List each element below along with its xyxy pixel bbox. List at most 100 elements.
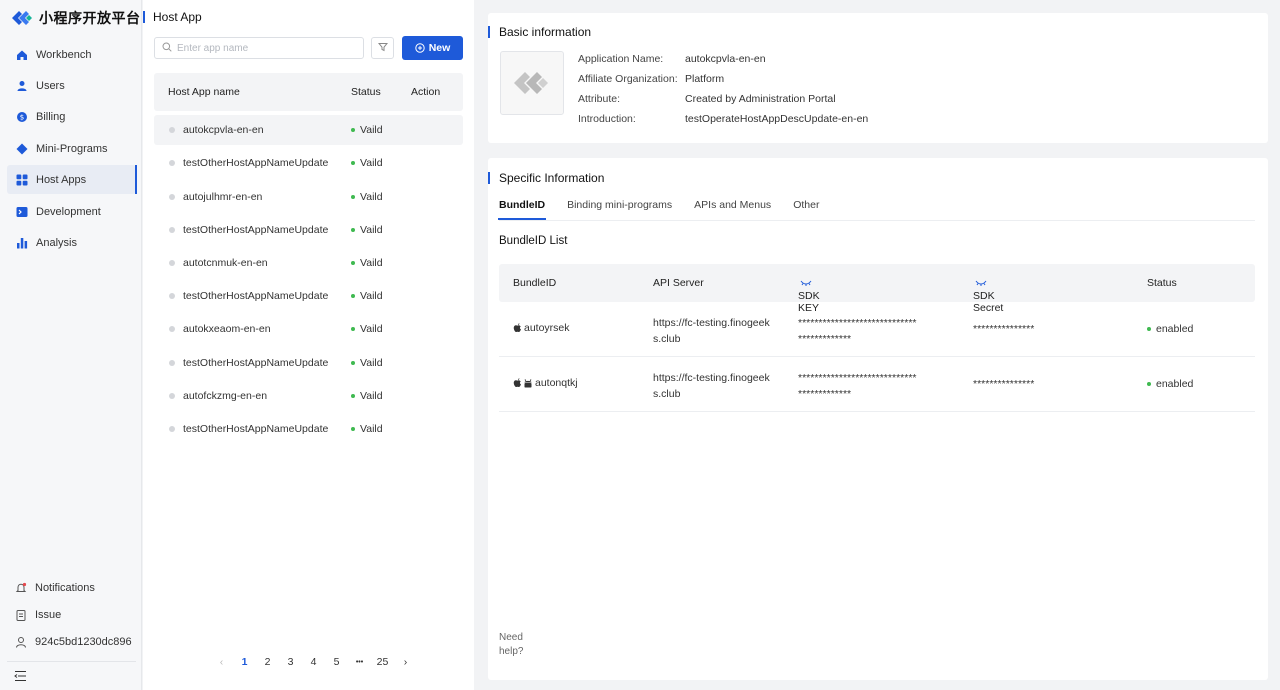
row-name: testOtherHostAppNameUpdate xyxy=(169,290,328,302)
row-status: Vaild xyxy=(351,157,383,169)
tab-other[interactable]: Other xyxy=(793,199,819,219)
app-icon xyxy=(169,160,175,166)
app-icon xyxy=(169,326,175,332)
field-label: Affiliate Organization: xyxy=(578,73,678,85)
app-name: autojulhmr-en-en xyxy=(183,191,263,203)
sidebar-item-label: Users xyxy=(36,79,65,92)
app-name: autokcpvla-en-en xyxy=(183,124,264,136)
app-icon xyxy=(169,127,175,133)
sidebar-item-label: Mini-Programs xyxy=(36,142,108,155)
app-name: testOtherHostAppNameUpdate xyxy=(183,423,329,435)
sidebar-item-users[interactable]: Users xyxy=(7,71,136,100)
host-app-table-header: Host App name Status Action xyxy=(154,73,463,111)
sidebar-item-mini-programs[interactable]: Mini-Programs xyxy=(7,134,136,163)
status-text: Vaild xyxy=(360,124,383,136)
sidebar-item-label: Workbench xyxy=(36,48,92,61)
new-host-app-button[interactable]: New xyxy=(402,36,463,60)
app-icon xyxy=(169,360,175,366)
search-icon xyxy=(162,42,172,55)
sidebar-item-host-apps[interactable]: Host Apps xyxy=(7,165,137,194)
sdk-key-masked: ***************************** xyxy=(798,372,917,384)
tab-apis-and-menus[interactable]: APIs and Menus xyxy=(694,199,771,219)
app-name: testOtherHostAppNameUpdate xyxy=(183,290,329,302)
table-row[interactable]: testOtherHostAppNameUpdate Vaild xyxy=(154,414,463,444)
table-row[interactable]: autokcpvla-en-en Vaild xyxy=(154,115,463,145)
tab-bundleid[interactable]: BundleID xyxy=(497,199,547,220)
table-row[interactable]: testOtherHostAppNameUpdate Vaild xyxy=(154,281,463,311)
sidebar-divider xyxy=(7,661,136,662)
app-name: autotcnmuk-en-en xyxy=(183,257,268,269)
page-2[interactable]: 2 xyxy=(256,656,279,668)
tab-binding-mini-programs[interactable]: Binding mini-programs xyxy=(567,199,672,219)
page-last[interactable]: 25 xyxy=(371,656,394,668)
eye-closed-icon[interactable] xyxy=(975,279,987,287)
status-dot xyxy=(1147,382,1151,386)
row-status: Vaild xyxy=(351,224,383,236)
row-status: Vaild xyxy=(351,357,383,369)
table-row[interactable]: autojulhmr-en-en Vaild xyxy=(154,182,463,212)
prev-page-icon[interactable]: ‹ xyxy=(210,656,233,668)
sidebar-item-billing[interactable]: $ Billing xyxy=(7,102,136,131)
field-value: autokcpvla-en-en xyxy=(685,53,766,65)
detail-area: Basic information Application Name: autok… xyxy=(474,0,1280,690)
issue-label: Issue xyxy=(35,609,62,621)
eye-closed-icon[interactable] xyxy=(800,279,812,287)
filter-button[interactable] xyxy=(371,37,394,59)
android-icon xyxy=(524,379,532,388)
info-introduction: Introduction: testOperateHostAppDescUpdat… xyxy=(578,113,868,125)
row-status: Vaild xyxy=(351,290,383,302)
page-ellipsis[interactable]: ••• xyxy=(348,659,371,666)
sidebar-item-development[interactable]: Development xyxy=(7,197,136,226)
collapse-sidebar-icon[interactable] xyxy=(14,670,27,685)
page-5[interactable]: 5 xyxy=(325,656,348,668)
status-text: Vaild xyxy=(360,224,383,236)
tabs-divider xyxy=(499,220,1255,221)
title-accent-bar xyxy=(143,11,145,23)
brand-logo[interactable]: 小程序开放平台 xyxy=(10,8,141,28)
next-page-icon[interactable]: › xyxy=(394,656,417,668)
status-text: Vaild xyxy=(360,257,383,269)
account-id-label: 924c5bd1230dc896 xyxy=(35,636,132,648)
col-host-app-name: Host App name xyxy=(168,86,240,98)
table-row[interactable]: testOtherHostAppNameUpdate Vaild xyxy=(154,348,463,378)
field-label: Introduction: xyxy=(578,113,636,125)
svg-text:$: $ xyxy=(20,113,24,121)
table-row[interactable]: testOtherHostAppNameUpdate Vaild xyxy=(154,215,463,245)
table-row[interactable]: testOtherHostAppNameUpdate Vaild xyxy=(154,148,463,178)
sidebar-item-issue[interactable]: Issue xyxy=(7,604,136,626)
col-sdk-secret: SDK Secret xyxy=(973,277,1003,314)
row-name: testOtherHostAppNameUpdate xyxy=(169,357,328,369)
sidebar-item-notifications[interactable]: Notifications xyxy=(7,577,136,599)
search-input[interactable] xyxy=(177,42,347,54)
status-text: Vaild xyxy=(360,191,383,203)
sdk-secret-masked: *************** xyxy=(973,323,1035,335)
status-text: enabled xyxy=(1156,323,1194,335)
sidebar-item-workbench[interactable]: Workbench xyxy=(7,40,136,69)
table-row[interactable]: autokxeaom-en-en Vaild xyxy=(154,314,463,344)
page-4[interactable]: 4 xyxy=(302,656,325,668)
field-value: testOperateHostAppDescUpdate-en-en xyxy=(685,113,869,125)
search-box[interactable] xyxy=(154,37,364,59)
page-3[interactable]: 3 xyxy=(279,656,302,668)
specific-info-title: Specific Information xyxy=(487,171,605,185)
status-dot xyxy=(351,195,355,199)
sidebar-item-account[interactable]: 924c5bd1230dc896 xyxy=(7,631,136,653)
page-1[interactable]: 1 xyxy=(233,656,256,668)
col-api-server: API Server xyxy=(653,277,704,289)
status-cell: enabled xyxy=(1147,378,1193,390)
brand-name: 小程序开放平台 xyxy=(39,10,141,26)
api-server-cell: https://fc-testing.finogeek s.club xyxy=(653,370,770,402)
apple-icon xyxy=(513,378,521,388)
need-help-link[interactable]: Need help? xyxy=(499,631,539,659)
apple-icon xyxy=(513,323,521,333)
table-row[interactable]: autofckzmg-en-en Vaild xyxy=(154,381,463,411)
row-name: testOtherHostAppNameUpdate xyxy=(169,423,328,435)
table-row[interactable]: autotcnmuk-en-en Vaild xyxy=(154,248,463,278)
status-text: Vaild xyxy=(360,357,383,369)
row-name: autokxeaom-en-en xyxy=(169,323,271,335)
app-name: autofckzmg-en-en xyxy=(183,390,268,402)
sdk-key-masked: ************* xyxy=(798,333,852,345)
clipboard-icon xyxy=(15,609,27,621)
app-name: autokxeaom-en-en xyxy=(183,323,271,335)
sidebar-item-analysis[interactable]: Analysis xyxy=(7,228,136,257)
